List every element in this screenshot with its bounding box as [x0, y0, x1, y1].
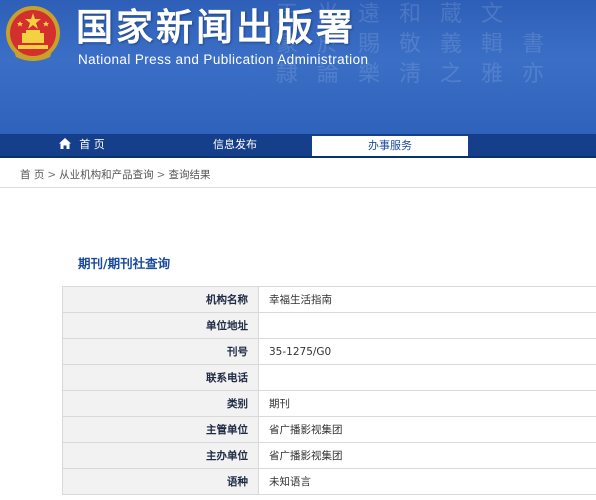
table-row: 机构名称 幸福生活指南 — [62, 286, 596, 313]
nav-item-services[interactable]: 办事服务 — [312, 136, 468, 156]
breadcrumb-separator: > — [156, 169, 166, 181]
breadcrumb-separator: > — [47, 169, 57, 181]
nav-item-home[interactable]: 首 页 — [52, 134, 112, 158]
site-title-chinese: 国家新闻出版署 — [76, 6, 356, 49]
national-emblem-icon — [6, 6, 60, 61]
table-row: 主办单位 省广播影视集团 — [62, 442, 596, 469]
field-label-language: 语种 — [62, 468, 259, 495]
table-row: 联系电话 — [62, 364, 596, 391]
field-value-supervisor: 省广播影视集团 — [258, 416, 596, 443]
field-label-category: 类别 — [62, 390, 259, 417]
field-label-sponsor: 主办单位 — [62, 442, 259, 469]
table-row: 刊号 35-1275/G0 — [62, 338, 596, 365]
field-value-category: 期刊 — [258, 390, 596, 417]
table-row: 语种 未知语言 — [62, 468, 596, 495]
table-row: 单位地址 — [62, 312, 596, 339]
home-icon — [59, 138, 72, 149]
field-value-org-name: 幸福生活指南 — [258, 286, 596, 313]
field-value-address — [258, 312, 596, 339]
site-title-english: National Press and Publication Administr… — [78, 52, 369, 67]
breadcrumb-home[interactable]: 首 页 — [20, 169, 44, 181]
field-label-org-name: 机构名称 — [62, 286, 259, 313]
field-value-sponsor: 省广播影视集团 — [258, 442, 596, 469]
field-label-supervisor: 主管单位 — [62, 416, 259, 443]
table-row: 类别 期刊 — [62, 390, 596, 417]
breadcrumb: 首 页 > 从业机构和产品查询 > 查询结果 — [0, 162, 596, 188]
record-table: 机构名称 幸福生活指南 单位地址 刊号 35-1275/G0 联系电话 类别 期… — [62, 286, 596, 495]
nav-item-home-label: 首 页 — [79, 138, 105, 151]
field-value-phone — [258, 364, 596, 391]
nav-item-news-release[interactable]: 信息发布 — [205, 134, 265, 158]
breadcrumb-org-product-query[interactable]: 从业机构和产品查询 — [59, 169, 154, 181]
breadcrumb-current: 查询结果 — [168, 169, 211, 181]
site-banner: 天 光 遠 和 蔵 文 篆 於 賜 敬 義 輯 書 隷 論 樂 淸 之 雅 亦 … — [0, 0, 596, 134]
field-value-issue-number: 35-1275/G0 — [258, 338, 596, 365]
field-label-issue-number: 刊号 — [62, 338, 259, 365]
field-label-address: 单位地址 — [62, 312, 259, 339]
main-nav: 首 页 信息发布 办事服务 — [0, 134, 596, 158]
field-value-language: 未知语言 — [258, 468, 596, 495]
table-row: 主管单位 省广播影视集团 — [62, 416, 596, 443]
section-title: 期刊/期刊社查询 — [78, 256, 171, 271]
field-label-phone: 联系电话 — [62, 364, 259, 391]
